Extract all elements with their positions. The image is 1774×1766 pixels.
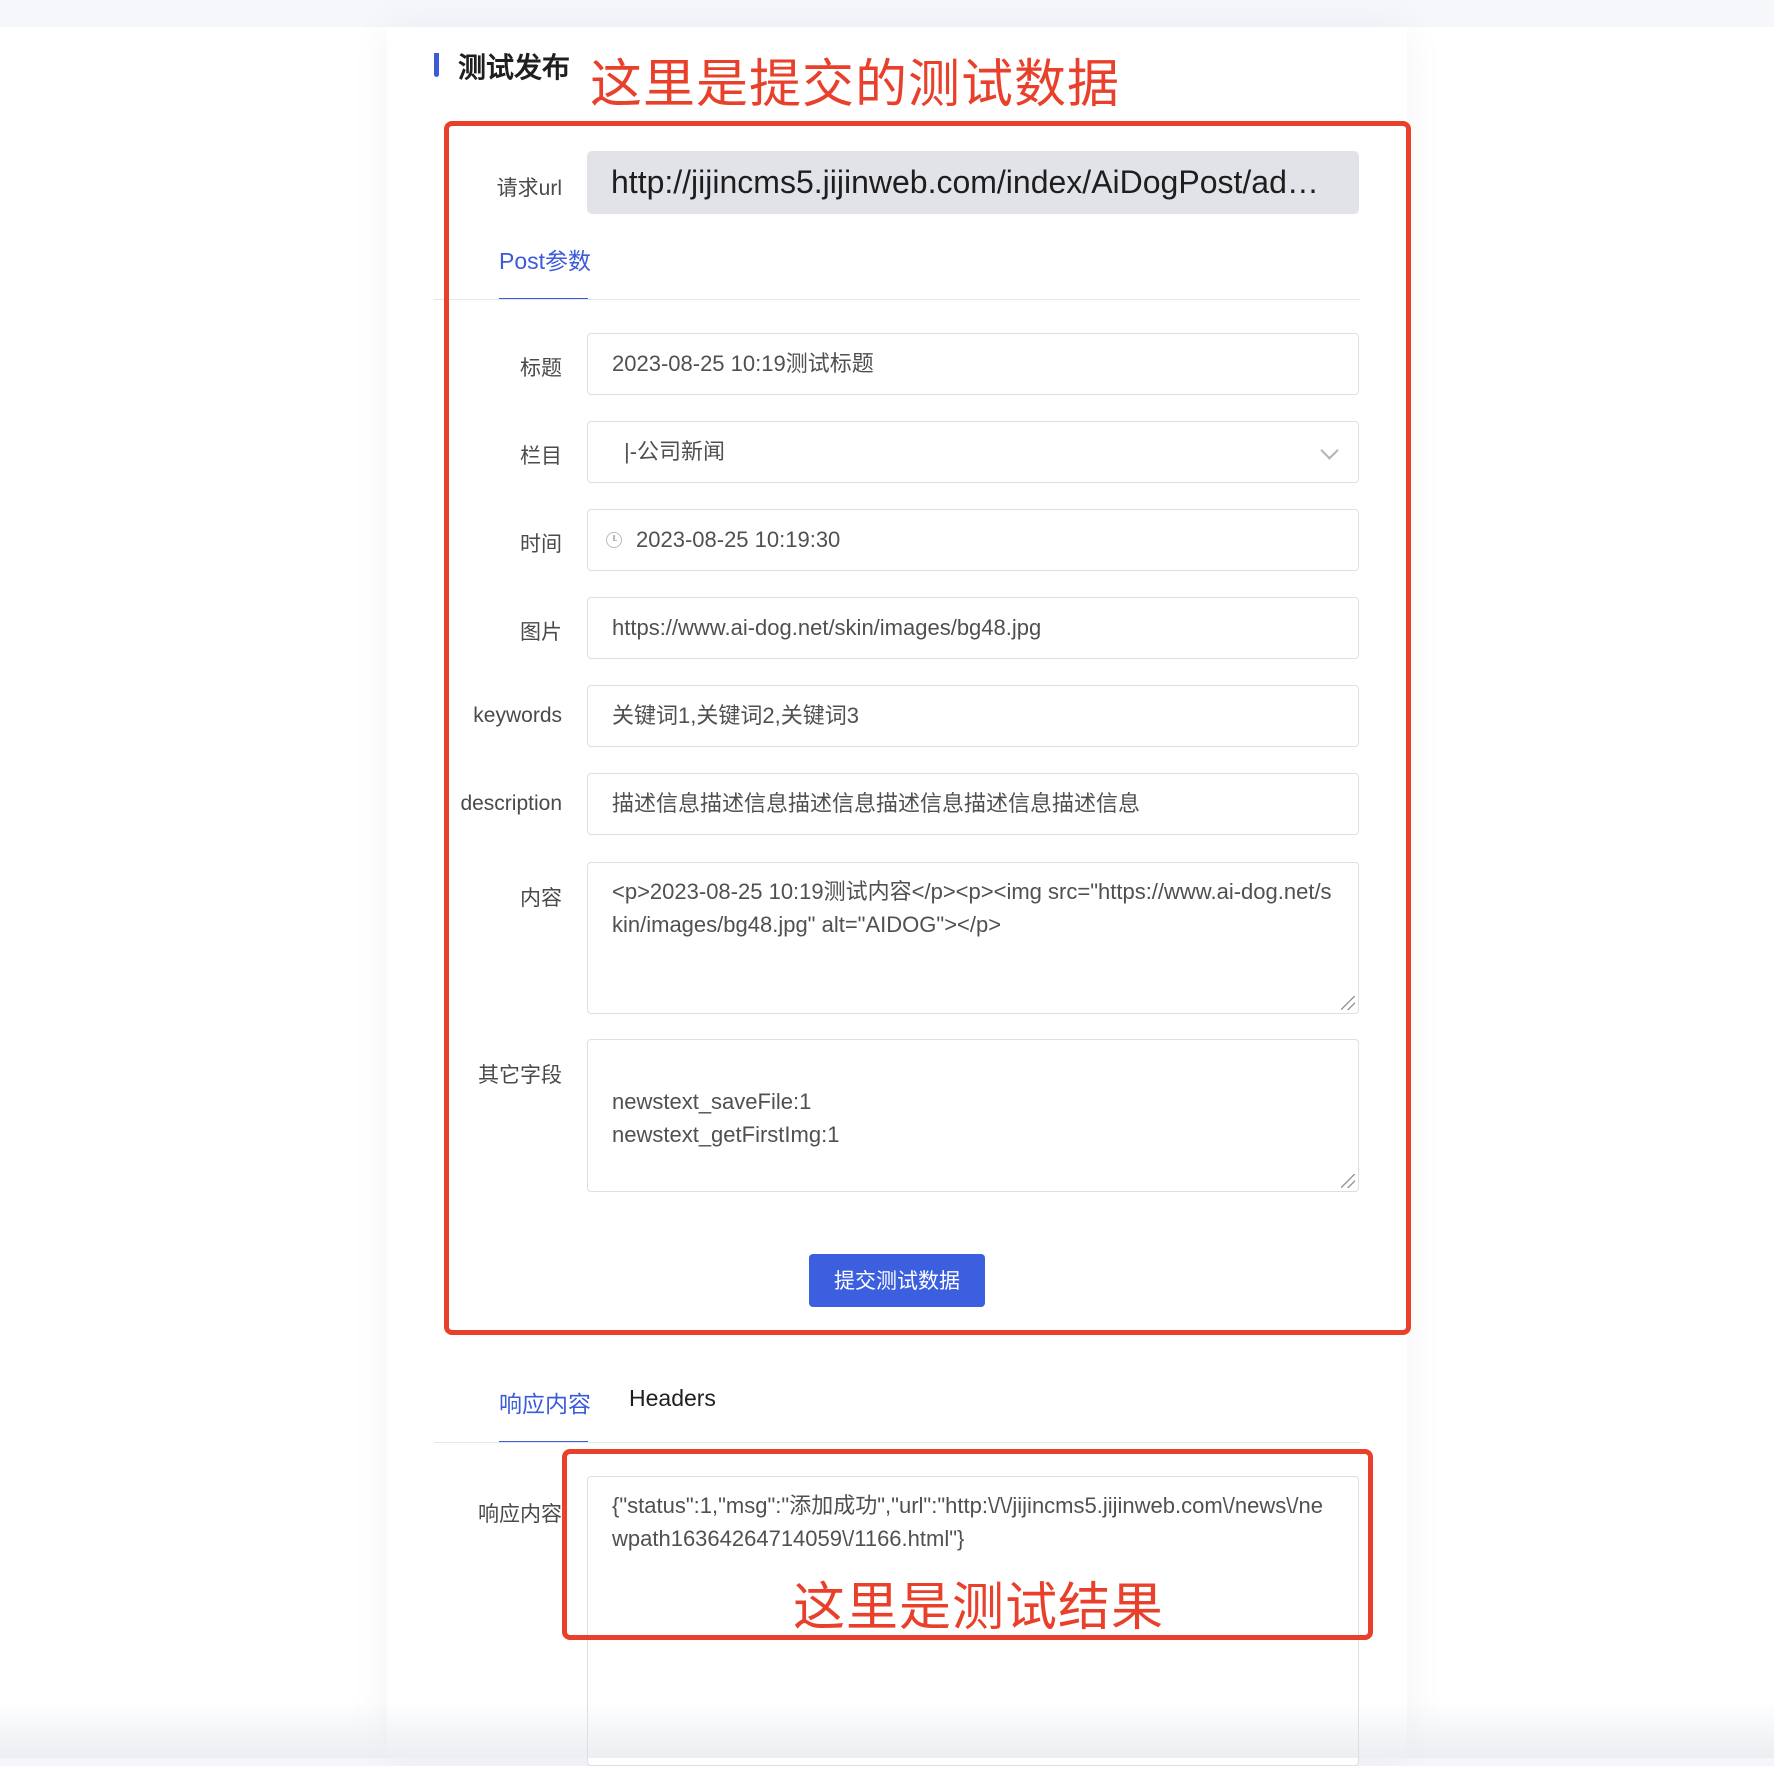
content-label: 内容: [520, 887, 562, 910]
response-text: {"status":1,"msg":"添加成功","url":"http:\/\…: [612, 1493, 1323, 1551]
info-bar-icon-gap: [434, 46, 439, 53]
tab-divider: [434, 1442, 1360, 1443]
content-textarea[interactable]: <p>2023-08-25 10:19测试内容</p><p><img src="…: [587, 862, 1359, 1014]
submit-test-data-button[interactable]: 提交测试数据: [809, 1254, 985, 1307]
category-label: 栏目: [520, 445, 562, 468]
request-url-label: 请求url: [496, 177, 562, 200]
tab-headers[interactable]: Headers: [629, 1385, 716, 1412]
chevron-down-icon[interactable]: [1320, 441, 1339, 460]
time-value: 2023-08-25 10:19:30: [636, 527, 841, 552]
tab-divider: [434, 299, 1360, 300]
other-fields-text: newstext_saveFile:1 newstext_getFirstImg…: [612, 1089, 840, 1147]
annotation-submitted-data: 这里是提交的测试数据: [590, 55, 1121, 115]
time-picker[interactable]: 2023-08-25 10:19:30: [587, 509, 1359, 571]
other-fields-label: 其它字段: [478, 1064, 562, 1087]
image-input[interactable]: https://www.ai-dog.net/skin/images/bg48.…: [587, 597, 1359, 659]
category-select[interactable]: |-公司新闻: [587, 421, 1359, 483]
tab-post-params[interactable]: Post参数: [499, 242, 591, 276]
other-fields-textarea[interactable]: newstext_saveFile:1 newstext_getFirstImg…: [587, 1039, 1359, 1192]
title-input[interactable]: 2023-08-25 10:19测试标题: [587, 333, 1359, 395]
request-url-field[interactable]: http://jijincms5.jijinweb.com/index/AiDo…: [587, 151, 1359, 214]
keywords-label: keywords: [473, 704, 562, 727]
resize-handle-icon[interactable]: [1341, 1174, 1355, 1188]
section-title: 测试发布: [458, 52, 571, 83]
resize-handle-icon[interactable]: [1341, 996, 1355, 1010]
title-label: 标题: [520, 357, 562, 380]
description-label: description: [460, 792, 562, 815]
clock-icon: [606, 532, 622, 548]
keywords-input[interactable]: 关键词1,关键词2,关键词3: [587, 685, 1359, 747]
category-selected-value: |-公司新闻: [624, 439, 726, 464]
image-label: 图片: [520, 621, 562, 644]
content-text: <p>2023-08-25 10:19测试内容</p><p><img src="…: [612, 879, 1332, 937]
description-input[interactable]: 描述信息描述信息描述信息描述信息描述信息描述信息: [587, 773, 1359, 835]
response-label: 响应内容: [478, 1503, 562, 1526]
tab-response-content[interactable]: 响应内容: [499, 1385, 591, 1419]
annotation-test-result: 这里是测试结果: [793, 1578, 1165, 1638]
time-label: 时间: [520, 533, 562, 556]
browser-top-strip: [0, 0, 1774, 27]
